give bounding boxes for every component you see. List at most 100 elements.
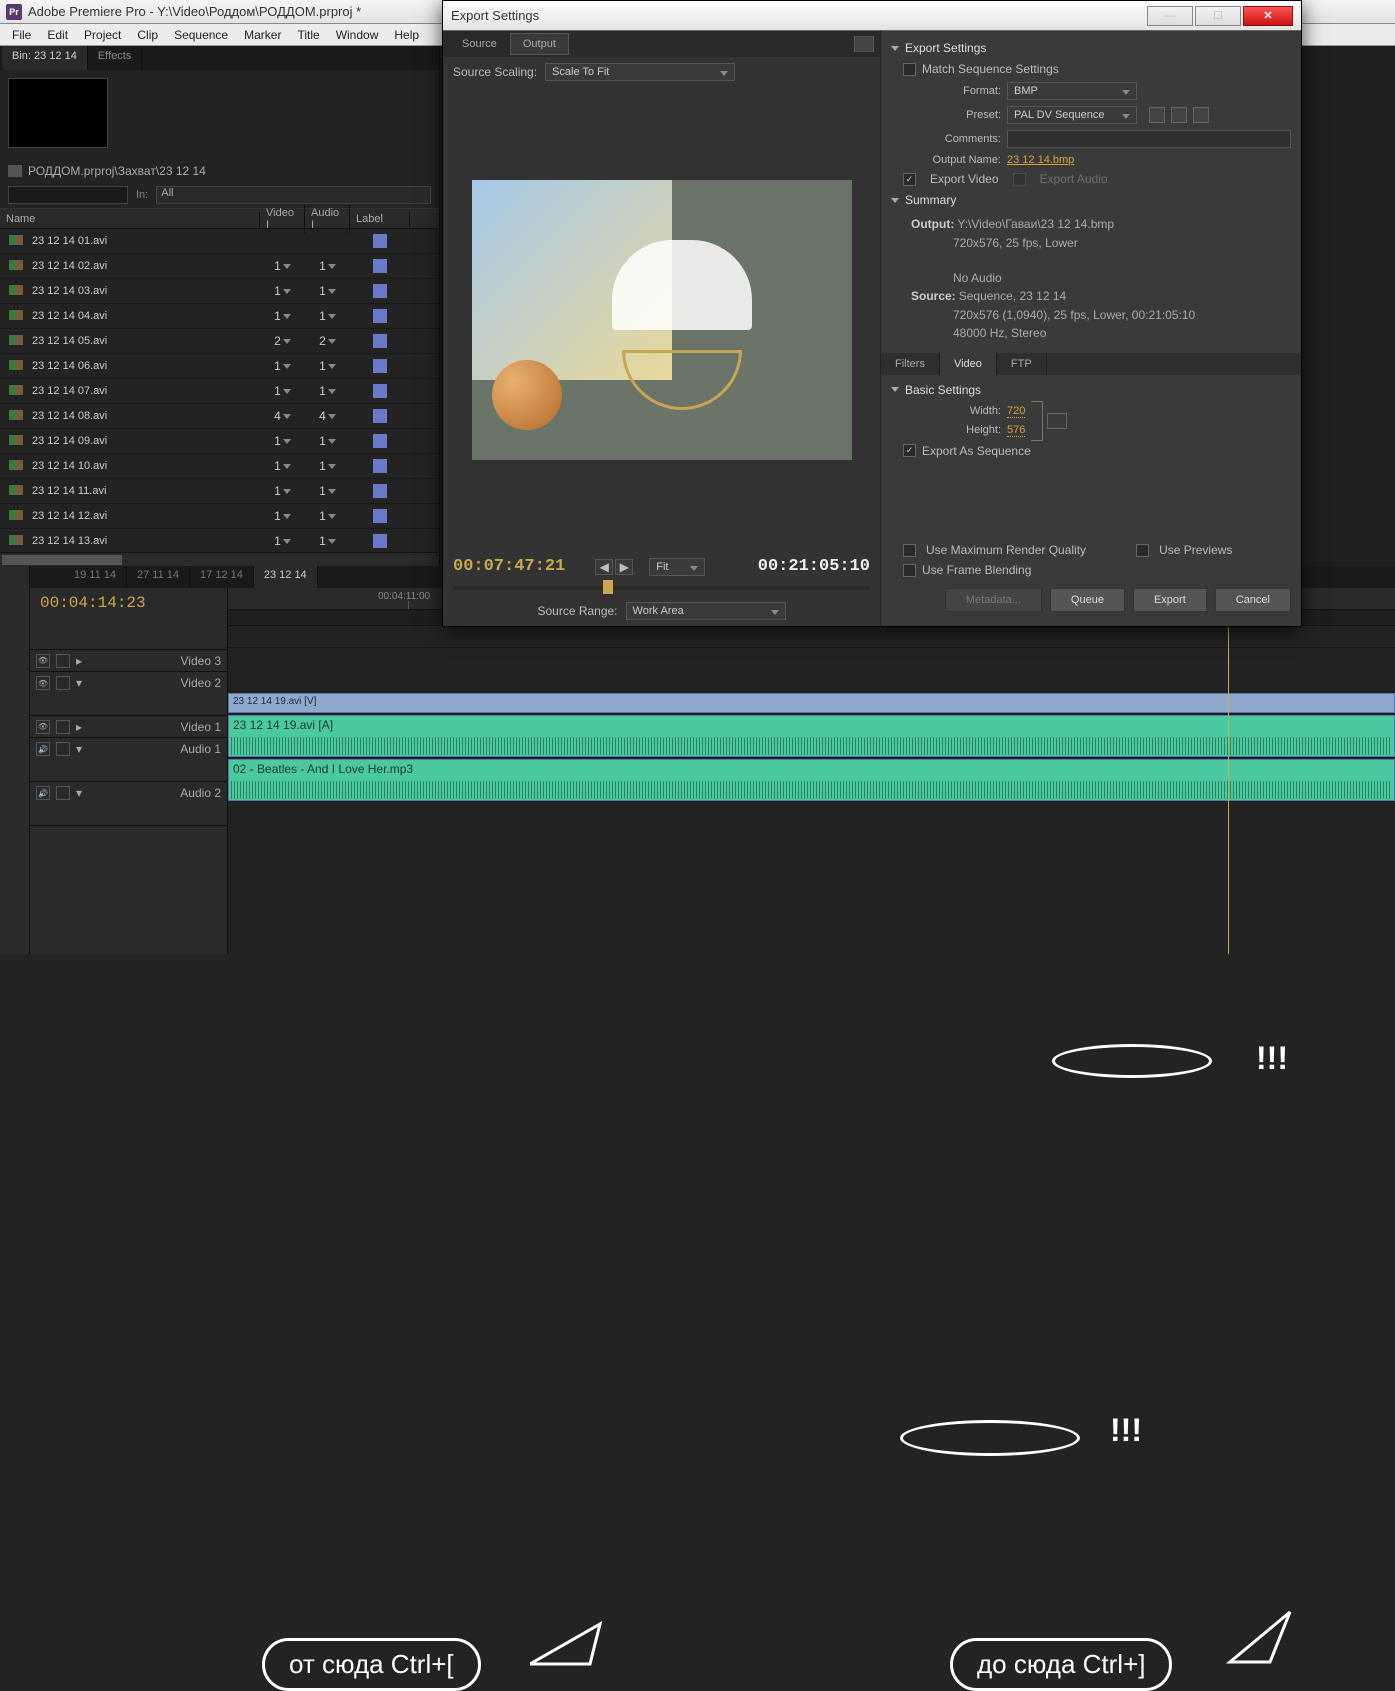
file-label[interactable] <box>350 309 410 323</box>
export-button[interactable]: Export <box>1133 588 1207 612</box>
file-row[interactable]: 23 12 14 03.avi11 <box>0 279 439 304</box>
menu-window[interactable]: Window <box>328 26 387 44</box>
seq-tab-0[interactable]: 19 11 14 <box>64 566 127 588</box>
file-row[interactable]: 23 12 14 04.avi11 <box>0 304 439 329</box>
export-settings-header[interactable]: Export Settings <box>891 37 1291 59</box>
file-label[interactable] <box>350 234 410 248</box>
match-sequence-checkbox[interactable] <box>903 63 916 76</box>
preset-dropdown[interactable]: PAL DV Sequence <box>1007 106 1137 124</box>
file-row[interactable]: 23 12 14 02.avi11 <box>0 254 439 279</box>
file-list[interactable]: 23 12 14 01.avi23 12 14 02.avi1123 12 14… <box>0 229 439 552</box>
menu-sequence[interactable]: Sequence <box>166 26 236 44</box>
import-preset-icon[interactable] <box>1171 107 1187 123</box>
lock-icon[interactable] <box>56 676 70 690</box>
file-video-usage[interactable]: 1 <box>260 359 305 373</box>
seq-tab-1[interactable]: 27 11 14 <box>127 566 190 588</box>
track-head-v2[interactable]: 👁 ▾ Video 2 <box>30 672 227 716</box>
tab-filters[interactable]: Filters <box>881 353 940 375</box>
file-audio-usage[interactable]: 1 <box>305 484 350 498</box>
track-v2[interactable] <box>228 648 1395 692</box>
file-video-usage[interactable]: 1 <box>260 459 305 473</box>
file-label[interactable] <box>350 409 410 423</box>
delete-preset-icon[interactable] <box>1193 107 1209 123</box>
file-audio-usage[interactable]: 4 <box>305 409 350 423</box>
lock-icon[interactable] <box>56 654 70 668</box>
file-row[interactable]: 23 12 14 08.avi44 <box>0 404 439 429</box>
file-label[interactable] <box>350 259 410 273</box>
tab-source[interactable]: Source <box>449 33 510 55</box>
eye-icon[interactable]: 👁 <box>36 676 50 690</box>
file-label[interactable] <box>350 434 410 448</box>
file-audio-usage[interactable]: 1 <box>305 359 350 373</box>
menu-help[interactable]: Help <box>386 26 427 44</box>
file-label[interactable] <box>350 359 410 373</box>
source-scaling-dropdown[interactable]: Scale To Fit <box>545 63 735 81</box>
file-audio-usage[interactable]: 2 <box>305 334 350 348</box>
file-audio-usage[interactable]: 1 <box>305 509 350 523</box>
file-label[interactable] <box>350 534 410 548</box>
timeline-tracks[interactable]: 00:04:11:00 00:04:12:00 00:04:13:00 00:0… <box>228 588 1395 954</box>
file-audio-usage[interactable]: 1 <box>305 259 350 273</box>
export-video-checkbox[interactable] <box>903 173 916 186</box>
file-label[interactable] <box>350 334 410 348</box>
file-row[interactable]: 23 12 14 01.avi <box>0 229 439 254</box>
menu-clip[interactable]: Clip <box>129 26 166 44</box>
max-render-quality-checkbox[interactable] <box>903 544 916 557</box>
eye-icon[interactable]: 👁 <box>36 720 50 734</box>
save-preset-icon[interactable] <box>1149 107 1165 123</box>
zoom-fit-dropdown[interactable]: Fit <box>649 558 705 576</box>
summary-header[interactable]: Summary <box>891 189 1291 211</box>
speaker-icon[interactable]: 🔊 <box>36 786 50 800</box>
export-as-sequence-checkbox[interactable] <box>903 444 916 457</box>
clip-a2[interactable]: 02 - Beatles - And I Love Her.mp3 <box>228 759 1395 801</box>
track-head-v1[interactable]: 👁 ▸ Video 1 <box>30 716 227 738</box>
minimize-button[interactable]: — <box>1147 6 1193 26</box>
tab-ftp[interactable]: FTP <box>997 353 1047 375</box>
basic-settings-header[interactable]: Basic Settings <box>891 379 1291 401</box>
width-value[interactable]: 720 <box>1007 405 1025 418</box>
file-video-usage[interactable]: 2 <box>260 334 305 348</box>
h-scrollbar[interactable] <box>0 552 439 566</box>
lock-icon[interactable] <box>56 720 70 734</box>
file-label[interactable] <box>350 459 410 473</box>
track-a1[interactable]: 23 12 14 19.avi [A] <box>228 714 1395 758</box>
tab-video[interactable]: Video <box>940 353 997 375</box>
search-input[interactable] <box>8 186 128 204</box>
track-head-a2[interactable]: 🔊 ▾ Audio 2 <box>30 782 227 826</box>
metadata-button[interactable]: Metadata... <box>945 588 1042 612</box>
next-frame-icon[interactable]: ▶ <box>615 559 633 575</box>
file-row[interactable]: 23 12 14 05.avi22 <box>0 329 439 354</box>
file-row[interactable]: 23 12 14 06.avi11 <box>0 354 439 379</box>
tab-effects[interactable]: Effects <box>88 46 142 70</box>
use-previews-checkbox[interactable] <box>1136 544 1149 557</box>
file-video-usage[interactable]: 1 <box>260 259 305 273</box>
tab-output[interactable]: Output <box>510 33 569 55</box>
source-range-dropdown[interactable]: Work Area <box>626 602 786 620</box>
file-audio-usage[interactable]: 1 <box>305 309 350 323</box>
header-name[interactable]: Name <box>0 211 260 227</box>
file-audio-usage[interactable]: 1 <box>305 434 350 448</box>
file-video-usage[interactable]: 1 <box>260 434 305 448</box>
chain-icon[interactable] <box>1047 413 1067 429</box>
dialog-titlebar[interactable]: Export Settings — ☐ ✕ <box>443 1 1301 31</box>
timeline-timecode[interactable]: 00:04:14:23 <box>40 594 217 612</box>
output-name-link[interactable]: 23 12 14.bmp <box>1007 154 1074 166</box>
seq-tab-2[interactable]: 17 12 14 <box>190 566 254 588</box>
file-row[interactable]: 23 12 14 12.avi11 <box>0 504 439 529</box>
track-head-v3[interactable]: 👁 ▸ Video 3 <box>30 650 227 672</box>
file-video-usage[interactable]: 4 <box>260 409 305 423</box>
file-row[interactable]: 23 12 14 10.avi11 <box>0 454 439 479</box>
cancel-button[interactable]: Cancel <box>1215 588 1291 612</box>
panel-menu-icon[interactable] <box>854 36 874 52</box>
file-row[interactable]: 23 12 14 13.avi11 <box>0 529 439 552</box>
file-label[interactable] <box>350 384 410 398</box>
file-label[interactable] <box>350 484 410 498</box>
file-video-usage[interactable]: 1 <box>260 309 305 323</box>
file-row[interactable]: 23 12 14 11.avi11 <box>0 479 439 504</box>
speaker-icon[interactable]: 🔊 <box>36 742 50 756</box>
tool-column[interactable] <box>0 566 30 954</box>
file-audio-usage[interactable]: 1 <box>305 459 350 473</box>
playhead[interactable] <box>1228 588 1229 954</box>
close-button[interactable]: ✕ <box>1243 6 1293 26</box>
file-label[interactable] <box>350 509 410 523</box>
